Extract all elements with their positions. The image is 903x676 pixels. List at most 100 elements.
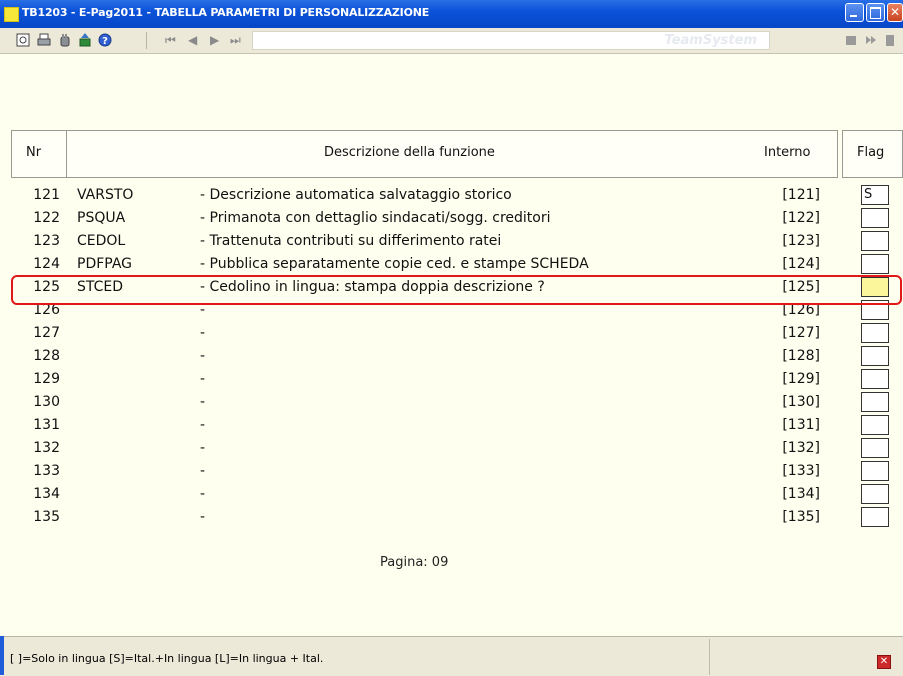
row-description: - [200, 371, 206, 387]
close-button[interactable] [887, 3, 903, 22]
row-number: 127 [33, 325, 60, 341]
row-description: - Descrizione automatica salvataggio sto… [200, 187, 512, 203]
stop-icon[interactable] [844, 33, 858, 47]
print-icon[interactable] [37, 33, 51, 47]
first-record-button[interactable]: ⏮ [165, 32, 176, 48]
flag-input[interactable] [861, 346, 889, 366]
minimize-button[interactable] [845, 3, 864, 22]
flag-input[interactable] [861, 254, 889, 274]
row-description: - [200, 440, 206, 456]
flag-input[interactable] [861, 392, 889, 412]
row-internal: [123] [782, 233, 820, 249]
row-number: 135 [33, 509, 60, 525]
table-row[interactable]: 133 - [133] [0, 460, 903, 482]
table-row[interactable]: 134 - [134] [0, 483, 903, 505]
toolbar: ? ⏮ ◀ ▶ ⏭ TeamSystem [0, 28, 903, 54]
title-bar: TB1203 - E-Pag2011 - TABELLA PARAMETRI D… [0, 0, 903, 28]
table-row[interactable]: 122 PSQUA - Primanota con dettaglio sindac… [0, 207, 903, 229]
app-icon [4, 7, 19, 22]
flag-input[interactable] [861, 231, 889, 251]
row-internal: [129] [782, 371, 820, 387]
header-nr: Nr [26, 145, 42, 160]
row-internal: [130] [782, 394, 820, 410]
row-number: 129 [33, 371, 60, 387]
status-hint: [ ]=Solo in lingua [S]=Ital.+In lingua [… [10, 652, 324, 665]
row-code: VARSTO [77, 187, 134, 203]
table-row[interactable]: 135 - [135] [0, 506, 903, 528]
row-code: PSQUA [77, 210, 126, 226]
table-row[interactable]: 123 CEDOL - Trattenuta contributi su diffe… [0, 230, 903, 252]
row-number: 134 [33, 486, 60, 502]
prev-record-button[interactable]: ◀ [188, 32, 197, 48]
row-number: 133 [33, 463, 60, 479]
table-row[interactable]: 129 - [129] [0, 368, 903, 390]
row-internal: [132] [782, 440, 820, 456]
help-icon[interactable]: ? [98, 33, 112, 47]
row-description: - Primanota con dettaglio sindacati/sogg… [200, 210, 551, 226]
table-row[interactable]: 121 VARSTO - Descrizione automatica salvat… [0, 184, 903, 206]
brand-logo: TeamSystem [664, 33, 757, 48]
row-number: 121 [33, 187, 60, 203]
status-bar: [ ]=Solo in lingua [S]=Ital.+In lingua [… [4, 636, 903, 676]
row-description: - Trattenuta contributi su differimento … [200, 233, 502, 249]
row-description: - [200, 486, 206, 502]
highlight-box [11, 275, 902, 305]
svg-text:?: ? [102, 36, 108, 47]
row-number: 123 [33, 233, 60, 249]
row-description: - [200, 394, 206, 410]
table-row[interactable]: 124 PDFPAG - Pubblica separatamente copie … [0, 253, 903, 275]
row-number: 132 [33, 440, 60, 456]
table-row[interactable]: 127 - [127] [0, 322, 903, 344]
export-icon[interactable] [78, 33, 92, 47]
table-row[interactable]: 132 - [132] [0, 437, 903, 459]
flag-input[interactable] [861, 484, 889, 504]
row-code: PDFPAG [77, 256, 133, 272]
status-pane [709, 639, 902, 675]
toolbar-separator [146, 32, 147, 49]
row-internal: [127] [782, 325, 820, 341]
flag-input[interactable] [861, 415, 889, 435]
flag-input[interactable] [861, 208, 889, 228]
row-description: - [200, 348, 206, 364]
maximize-button[interactable] [866, 3, 885, 22]
row-description: - Pubblica separatamente copie ced. e st… [200, 256, 589, 272]
flag-input[interactable] [861, 323, 889, 343]
row-internal: [135] [782, 509, 820, 525]
row-number: 128 [33, 348, 60, 364]
row-code: CEDOL [77, 233, 126, 249]
error-icon[interactable]: ✕ [877, 655, 891, 669]
table-row[interactable]: 130 - [130] [0, 391, 903, 413]
brand-area: TeamSystem [252, 31, 770, 50]
row-description: - [200, 325, 206, 341]
row-internal: [134] [782, 486, 820, 502]
flag-input[interactable] [861, 369, 889, 389]
row-internal: [131] [782, 417, 820, 433]
row-description: - [200, 509, 206, 525]
row-number: 130 [33, 394, 60, 410]
row-number: 122 [33, 210, 60, 226]
header-description: Descrizione della funzione [324, 145, 495, 160]
row-description: - [200, 463, 206, 479]
exit-icon[interactable] [884, 33, 898, 47]
window-title: TB1203 - E-Pag2011 - TABELLA PARAMETRI D… [22, 6, 430, 19]
row-number: 131 [33, 417, 60, 433]
row-internal: [133] [782, 463, 820, 479]
last-record-button[interactable]: ⏭ [230, 32, 241, 48]
forward-icon[interactable] [864, 33, 878, 47]
row-number: 124 [33, 256, 60, 272]
header-flag: Flag [857, 145, 885, 160]
next-record-button[interactable]: ▶ [210, 32, 219, 48]
page-indicator: Pagina: 09 [380, 555, 449, 570]
table-row[interactable]: 128 - [128] [0, 345, 903, 367]
row-internal: [124] [782, 256, 820, 272]
row-internal: [122] [782, 210, 820, 226]
table-row[interactable]: 131 - [131] [0, 414, 903, 436]
row-internal: [121] [782, 187, 820, 203]
preview-icon[interactable] [16, 33, 30, 47]
hand-icon[interactable] [58, 33, 72, 47]
flag-input[interactable] [861, 461, 889, 481]
flag-input[interactable] [861, 507, 889, 527]
flag-input[interactable]: S [861, 185, 889, 205]
flag-input[interactable] [861, 438, 889, 458]
row-internal: [128] [782, 348, 820, 364]
